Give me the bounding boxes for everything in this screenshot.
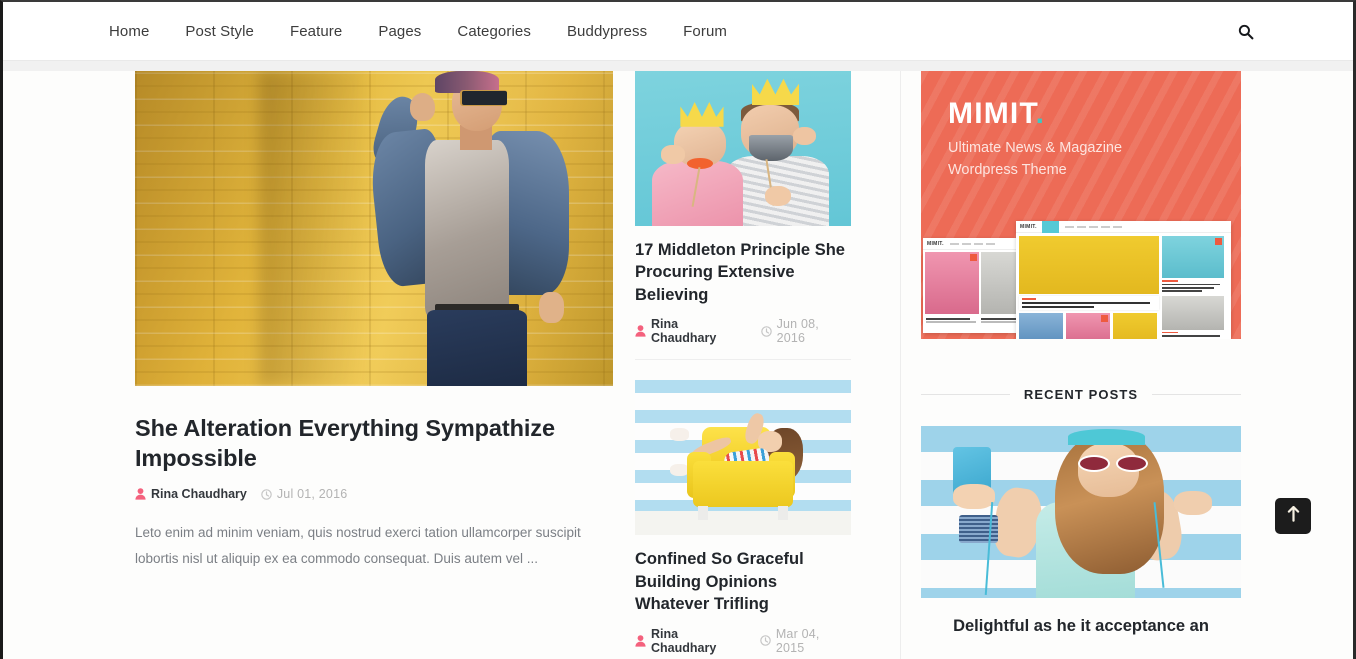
recent-posts-heading: RECENT POSTS — [921, 387, 1242, 402]
author-name-text: Rina Chaudhary — [651, 626, 717, 655]
featured-post-excerpt: Leto enim ad minim veniam, quis nostrud … — [135, 525, 581, 567]
recent-post-thumbnail[interactable] — [921, 426, 1241, 598]
date-text: Jul 01, 2016 — [276, 487, 348, 502]
secondary-column: 17 Middleton Principle She Procuring Ext… — [635, 71, 851, 659]
heading-rule-left — [921, 394, 1010, 395]
date-text: Jun 08, 2016 — [776, 317, 819, 346]
featured-post-thumbnail[interactable] — [135, 71, 613, 386]
secondary-post-meta: Rina Chaudhary Mar 04, 2015 — [635, 627, 851, 659]
nav-item-buddypress[interactable]: Buddypress — [567, 23, 647, 40]
recent-posts-heading-text: RECENT POSTS — [1023, 387, 1139, 402]
banner-theme-mockups: MIMIT. MIMIT. — [921, 213, 1241, 339]
secondary-post-date: Mar 04, 2015 — [760, 627, 851, 655]
secondary-post-thumbnail[interactable] — [635, 71, 851, 226]
nav-item-feature[interactable]: Feature — [290, 23, 342, 40]
secondary-post-author[interactable]: Rina Chaudhary — [635, 317, 747, 345]
nav-item-pages[interactable]: Pages — [378, 23, 421, 40]
mockup-logo-text: MIMIT. — [927, 240, 944, 247]
author-name-text: Rina Chaudhary — [151, 487, 247, 502]
clock-icon — [760, 635, 771, 646]
secondary-post-date: Jun 08, 2016 — [760, 317, 851, 346]
sidebar: MIMIT. Ultimate News & Magazine Wordpres… — [921, 71, 1242, 637]
featured-post-date: Jul 01, 2016 — [261, 487, 348, 501]
featured-post-title[interactable]: She Alteration Everything Sympathize Imp… — [135, 413, 613, 473]
advertisement-banner[interactable]: MIMIT. Ultimate News & Magazine Wordpres… — [921, 71, 1241, 339]
user-icon — [135, 488, 146, 500]
author-name-text: Rina Chaudhary — [651, 317, 717, 346]
recent-post-item: Delightful as he it acceptance an — [921, 426, 1241, 637]
brand-name-text: MIMIT — [948, 97, 1036, 130]
scroll-to-top-button[interactable] — [1275, 498, 1311, 534]
nav-item-post-style[interactable]: Post Style — [185, 23, 254, 40]
nav-item-home[interactable]: Home — [109, 23, 149, 40]
primary-column: She Alteration Everything Sympathize Imp… — [135, 71, 613, 659]
user-icon — [635, 325, 646, 337]
page-body: She Alteration Everything Sympathize Imp… — [3, 71, 1353, 659]
column-divider — [900, 71, 901, 659]
content-wrapper: She Alteration Everything Sympathize Imp… — [113, 71, 1243, 659]
clock-icon — [760, 326, 772, 337]
date-text: Mar 04, 2015 — [775, 626, 820, 655]
secondary-post-author[interactable]: Rina Chaudhary — [635, 627, 746, 655]
secondary-post-title[interactable]: Confined So Graceful Building Opinions W… — [635, 548, 851, 615]
site-header: Home Post Style Feature Pages Categories… — [3, 2, 1353, 61]
header-bottom-strip — [3, 61, 1353, 71]
arrow-up-icon — [1287, 505, 1300, 527]
search-icon[interactable] — [1234, 20, 1258, 44]
featured-post-meta: Rina Chaudhary Jul 01, 2016 — [135, 487, 613, 501]
user-icon — [635, 634, 646, 647]
recent-post-title[interactable]: Delightful as he it acceptance an — [921, 615, 1241, 637]
featured-post-author[interactable]: Rina Chaudhary — [135, 487, 247, 501]
content-area: She Alteration Everything Sympathize Imp… — [135, 71, 880, 659]
nav-item-categories[interactable]: Categories — [457, 23, 531, 40]
heading-rule-right — [1152, 394, 1242, 395]
secondary-post-title[interactable]: 17 Middleton Principle She Procuring Ext… — [635, 239, 851, 306]
banner-tagline: Ultimate News & Magazine Wordpress Theme — [948, 140, 1123, 178]
mockup-screenshot-front: MIMIT. — [1016, 221, 1231, 339]
man-figure — [345, 71, 594, 386]
list-item: Confined So Graceful Building Opinions W… — [635, 380, 851, 659]
featured-post: She Alteration Everything Sympathize Imp… — [135, 71, 613, 573]
brand-dot: . — [1035, 97, 1046, 130]
browser-viewport: Home Post Style Feature Pages Categories… — [0, 0, 1356, 659]
mockup-logo-text: MIMIT. — [1020, 223, 1037, 230]
main-navigation: Home Post Style Feature Pages Categories… — [109, 23, 763, 40]
list-item: 17 Middleton Principle She Procuring Ext… — [635, 71, 851, 361]
clock-icon — [261, 488, 272, 500]
nav-item-forum[interactable]: Forum — [683, 23, 727, 40]
secondary-post-meta: Rina Chaudhary Jun 08, 2016 — [635, 317, 851, 361]
secondary-post-thumbnail[interactable] — [635, 380, 851, 536]
banner-brand-logo: MIMIT. — [948, 97, 1045, 131]
